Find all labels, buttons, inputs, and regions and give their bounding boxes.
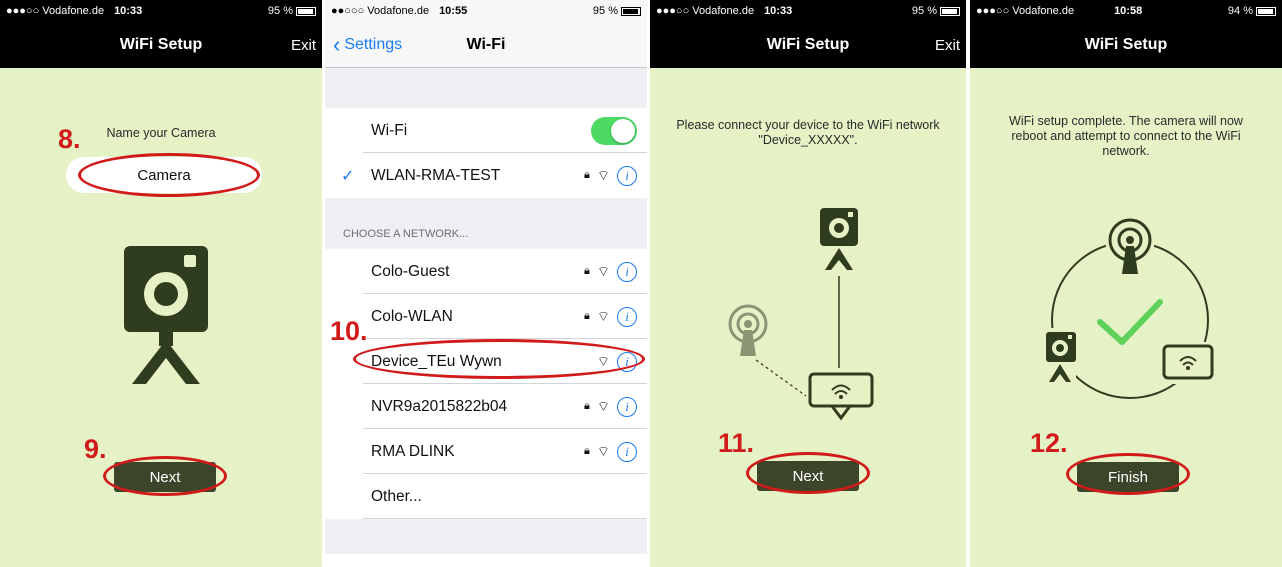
wifi-signal-icon: ⌔ <box>596 166 610 183</box>
status-bar: ●●●○○ Vodafone.de 10:58 94 % <box>970 0 1282 22</box>
info-icon[interactable]: i <box>617 396 637 417</box>
wifi-toggle[interactable] <box>591 116 637 145</box>
screen-name-camera: ●●●○○ Vodafone.de 10:33 95 % WiFi Setup … <box>0 0 322 567</box>
exit-button[interactable]: Exit <box>291 37 316 54</box>
wifi-label: Wi-Fi <box>371 121 408 139</box>
nav-bar: WiFi Setup <box>970 22 1282 68</box>
network-name: WLAN-RMA-TEST <box>371 166 501 184</box>
network-name: Colo-WLAN <box>371 307 453 325</box>
divider <box>363 518 647 519</box>
lock-icon: 🔒︎ <box>583 265 590 277</box>
battery-percent: 94 % <box>1227 5 1253 17</box>
wifi-signal-icon: ⌔ <box>596 352 610 369</box>
wifi-signal-icon: ⌔ <box>596 307 610 324</box>
battery: 95 % <box>912 5 960 17</box>
setup-complete-diagram-icon <box>1044 216 1218 399</box>
screen-setup-complete: ●●●○○ Vodafone.de 10:58 94 % WiFi Setup … <box>970 0 1282 567</box>
clock: 10:33 <box>764 5 793 17</box>
nav-bar: WiFi Setup Exit <box>0 22 322 68</box>
clock: 10:33 <box>114 5 143 17</box>
connect-diagram-icon <box>728 208 874 421</box>
status-bar: ●●○○○ Vodafone.de 10:55 95 % <box>325 0 647 22</box>
info-icon[interactable]: i <box>617 261 637 282</box>
network-row[interactable]: Colo-Guest 🔒︎ ⌔ i <box>325 249 647 294</box>
nav-bar: ‹ Settings Wi-Fi <box>325 22 647 68</box>
lock-icon: 🔒︎ <box>583 310 590 322</box>
lock-icon: 🔒︎ <box>583 445 590 457</box>
network-name: Colo-Guest <box>371 262 450 280</box>
screen-wifi-settings: ●●○○○ Vodafone.de 10:55 95 % ‹ Settings W… <box>325 0 647 567</box>
lock-icon: 🔒︎ <box>583 169 590 181</box>
battery-icon <box>940 6 960 16</box>
carrier: ●●●○○ Vodafone.de <box>976 5 1075 17</box>
wifi-signal-icon: ⌔ <box>596 442 610 459</box>
lock-icon: 🔒︎ <box>583 400 590 412</box>
network-row[interactable]: NVR9a2015822b04 🔒︎ ⌔ i <box>325 384 647 429</box>
step-label: 11. <box>718 428 755 458</box>
clock: 10:58 <box>1114 5 1143 17</box>
wifi-signal-icon: ⌔ <box>596 397 610 414</box>
battery-icon <box>296 6 316 16</box>
carrier: ●●●○○ Vodafone.de <box>656 5 755 17</box>
back-button[interactable]: ‹ Settings <box>333 32 402 58</box>
network-row[interactable]: Colo-WLAN 🔒︎ ⌔ i <box>325 294 647 339</box>
nav-bar: WiFi Setup Exit <box>650 22 966 68</box>
info-icon[interactable]: i <box>617 306 637 327</box>
checkmark-icon: ✓ <box>341 167 355 185</box>
status-bar: ●●●○○ Vodafone.de 10:33 95 % <box>0 0 322 22</box>
battery: 95 % <box>268 5 316 17</box>
instruction-text: Please connect your device to the WiFi n… <box>676 118 940 147</box>
network-name: RMA DLINK <box>371 442 455 460</box>
finish-button[interactable]: Finish <box>1077 462 1179 492</box>
clock: 10:55 <box>439 5 468 17</box>
completion-text: WiFi setup complete. The camera will now… <box>1009 114 1243 158</box>
step-label: 12. <box>1030 428 1068 458</box>
name-label: Name your Camera <box>106 126 216 140</box>
carrier: ●●○○○ Vodafone.de <box>331 5 430 17</box>
bottom-row <box>325 554 647 567</box>
carrier: ●●●○○ Vodafone.de <box>6 5 105 17</box>
wifi-signal-icon: ⌔ <box>596 262 610 279</box>
battery-icon <box>621 6 641 16</box>
connected-network-row[interactable]: ✓ WLAN-RMA-TEST 🔒︎ ⌔ i <box>325 153 647 198</box>
camera-tripod-icon <box>124 246 208 384</box>
step-label: 9. <box>84 434 107 464</box>
network-name: Device_TEu Wywn <box>371 352 502 370</box>
network-row[interactable]: RMA DLINK 🔒︎ ⌔ i <box>325 429 647 474</box>
info-icon[interactable]: i <box>617 351 637 372</box>
chevron-left-icon: ‹ <box>333 31 341 57</box>
wifi-toggle-row: Wi-Fi <box>325 108 647 153</box>
battery: 94 % <box>1228 5 1276 17</box>
battery-percent: 95 % <box>911 5 937 17</box>
network-row[interactable]: Device_TEu Wywn ⌔ i <box>325 339 647 384</box>
battery-percent: 95 % <box>267 5 293 17</box>
section-header: CHOOSE A NETWORK... <box>343 228 469 240</box>
battery: 95 % <box>593 5 641 17</box>
network-name: Other... <box>371 487 422 505</box>
page-title: WiFi Setup <box>766 36 850 53</box>
status-bar: ●●●○○ Vodafone.de 10:33 95 % <box>650 0 966 22</box>
next-button[interactable]: Next <box>757 461 859 491</box>
step-label: 10. <box>330 316 368 346</box>
page-title: WiFi Setup <box>119 36 203 53</box>
next-button[interactable]: Next <box>114 462 216 492</box>
info-icon[interactable]: i <box>617 165 637 186</box>
battery-icon <box>1256 6 1276 16</box>
info-icon[interactable]: i <box>617 441 637 462</box>
page-title: WiFi Setup <box>1084 36 1168 53</box>
network-row[interactable]: Other... <box>325 474 647 519</box>
back-label: Settings <box>344 35 403 53</box>
page-title: Wi-Fi <box>466 35 506 53</box>
camera-name-input[interactable]: Camera <box>66 157 262 193</box>
network-name: NVR9a2015822b04 <box>371 397 508 415</box>
screen-connect-device: ●●●○○ Vodafone.de 10:33 95 % WiFi Setup … <box>650 0 966 567</box>
exit-button[interactable]: Exit <box>935 37 960 54</box>
battery-percent: 95 % <box>592 5 618 17</box>
